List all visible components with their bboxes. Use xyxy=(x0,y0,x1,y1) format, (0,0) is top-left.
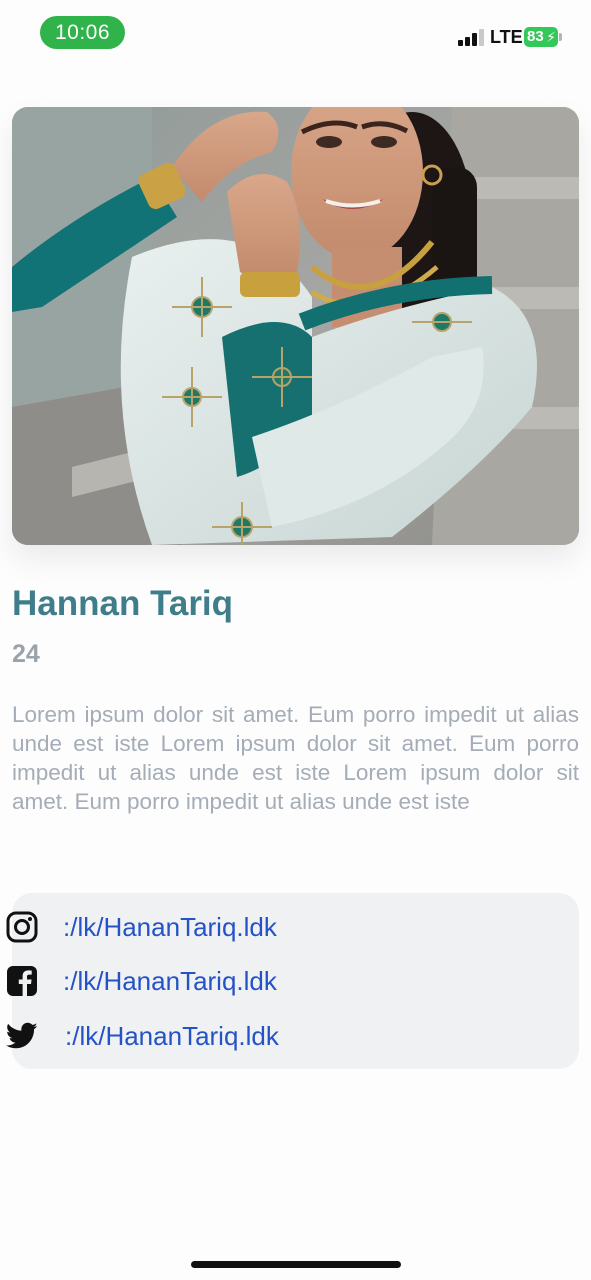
profile-photo-image xyxy=(12,107,579,545)
profile-name: Hannan Tariq xyxy=(12,584,234,623)
instagram-link[interactable]: :/lk/HananTariq.ldk xyxy=(63,912,277,943)
profile-screen: 10:06 LTE 83 ⚡ Hannan Tariq 24 Lorem ips… xyxy=(0,0,591,1280)
signal-strength-icon xyxy=(458,29,484,46)
social-link-instagram[interactable]: :/lk/HananTariq.ldk xyxy=(6,909,277,945)
facebook-icon xyxy=(6,965,38,997)
charging-bolt-icon: ⚡ xyxy=(546,29,556,45)
network-type: LTE xyxy=(490,27,523,47)
profile-photo[interactable] xyxy=(12,107,579,545)
profile-age: 24 xyxy=(12,640,40,668)
social-link-facebook[interactable]: :/lk/HananTariq.ldk xyxy=(6,963,277,999)
social-link-twitter[interactable]: :/lk/HananTariq.ldk xyxy=(6,1018,279,1054)
twitter-icon xyxy=(6,1020,38,1052)
battery-level: 83 xyxy=(527,28,544,45)
battery-icon: 83 ⚡ xyxy=(524,27,558,47)
status-bar: 10:06 LTE 83 ⚡ xyxy=(0,0,591,70)
facebook-link[interactable]: :/lk/HananTariq.ldk xyxy=(63,966,277,997)
profile-bio: Lorem ipsum dolor sit amet. Eum porro im… xyxy=(12,702,579,814)
battery-cap xyxy=(559,33,562,41)
status-time[interactable]: 10:06 xyxy=(40,16,125,49)
twitter-link[interactable]: :/lk/HananTariq.ldk xyxy=(65,1021,279,1052)
home-indicator[interactable] xyxy=(191,1261,401,1268)
instagram-icon xyxy=(6,911,38,943)
